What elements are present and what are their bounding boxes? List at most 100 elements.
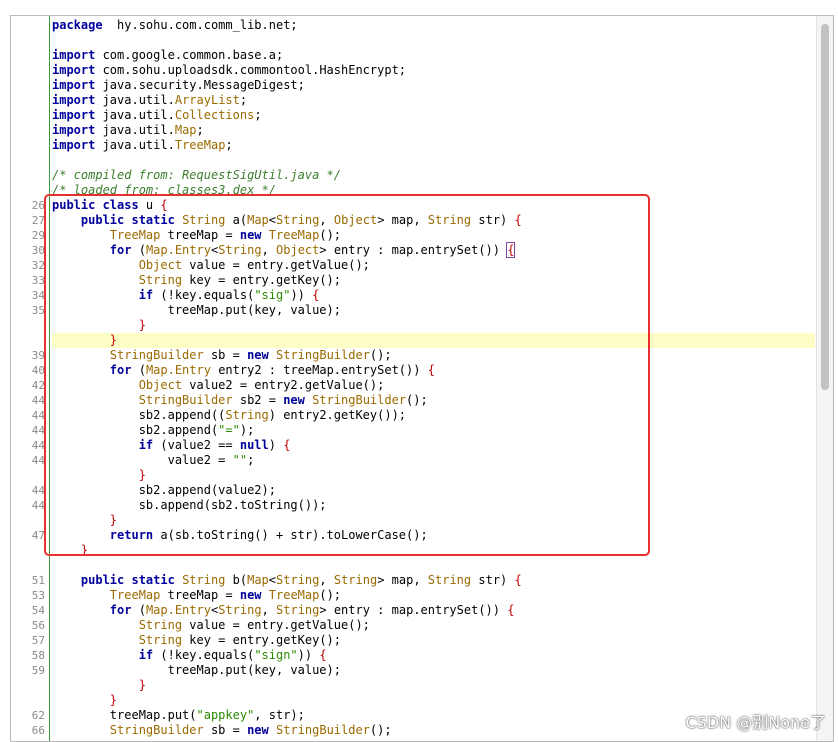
code-line[interactable]: 44 sb.append(sb2.toString()); [32,498,815,513]
code-line[interactable]: } [52,693,815,708]
scrollbar-thumb[interactable] [821,24,829,390]
code-line[interactable]: 57 String key = entry.getKey(); [32,633,815,648]
code-token: StringBuilder [276,348,370,362]
code-token: ( [131,243,146,257]
code-line[interactable]: 40 for (Map.Entry entry2 : treeMap.entry… [32,363,815,378]
code-token: treeMap = [160,588,240,602]
code-token: java.util. [95,108,175,122]
code-line[interactable]: import java.util.Collections; [52,108,815,123]
code-line[interactable]: import java.util.ArrayList; [52,93,815,108]
code-line[interactable]: 27 public static String a(Map<String, Ob… [32,213,815,228]
code-line[interactable]: 30 for (Map.Entry<String, Object> entry … [32,242,815,258]
code-text: } [52,513,117,528]
code-token: sb2.append(value2); [52,483,276,497]
code-line[interactable]: 34 if (!key.equals("sig")) { [32,288,815,303]
code-line[interactable]: 56 String value = entry.getValue(); [32,618,815,633]
code-line[interactable]: 35 treeMap.put(key, value); [32,303,815,318]
code-line[interactable]: 32 Object value = entry.getValue(); [32,258,815,273]
code-line[interactable]: 29 TreeMap treeMap = new TreeMap(); [32,228,815,243]
code-line[interactable]: /* loaded from: classes3.dex */ [52,183,815,198]
code-line[interactable] [52,153,815,168]
code-line[interactable]: import java.util.Map; [52,123,815,138]
code-line[interactable]: package hy.sohu.com.comm_lib.net; [52,18,815,33]
code-token: TreeMap [109,588,161,602]
code-token: new [247,723,269,737]
line-number: 40 [31,364,45,377]
code-token: new [283,393,305,407]
line-number: 66 [31,724,45,737]
watermark: CSDN @别None了 [685,713,826,732]
code-line[interactable]: import java.util.TreeMap; [52,138,815,153]
code-line[interactable]: 44 value2 = ""; [32,453,815,468]
code-line[interactable] [52,558,815,573]
code-token: , [261,603,277,617]
code-token: u [138,198,161,212]
code-line[interactable]: /* compiled from: RequestSigUtil.java */ [52,168,815,183]
code-line[interactable]: import com.sohu.uploadsdk.commontool.Has… [52,63,815,78]
code-token: value = entry.getValue(); [182,618,370,632]
code-token: entry2 : treeMap.entrySet()) [210,363,428,377]
code-line[interactable]: 42 Object value2 = entry2.getValue(); [32,378,815,393]
code-line[interactable] [52,33,815,48]
code-token: String [427,573,472,587]
code-line[interactable]: import java.security.MessageDigest; [52,78,815,93]
code-token: (); [319,228,342,242]
code-line[interactable]: } [52,543,815,558]
code-line[interactable]: } [52,513,815,528]
code-token: String [138,273,183,287]
code-line[interactable]: import com.google.common.base.a; [52,48,815,63]
code-line[interactable]: 39 StringBuilder sb = new StringBuilder(… [32,348,815,363]
vertical-scrollbar[interactable] [816,16,833,741]
code-text: sb.append(sb2.toString()); [52,498,327,513]
code-token: if [138,438,154,452]
code-line[interactable]: 53 TreeMap treeMap = new TreeMap(); [32,588,815,603]
code-line[interactable]: 58 if (!key.equals("sign")) { [32,648,815,663]
code-token: Map [247,573,269,587]
code-area[interactable]: package hy.sohu.com.comm_lib.net;import … [32,16,815,741]
code-token: new [247,348,269,362]
code-line[interactable]: 54 for (Map.Entry<String, String> entry … [32,603,815,618]
code-token: )) [290,288,313,302]
code-line[interactable]: 51 public static String b(Map<String, St… [32,573,815,588]
code-text: treeMap.put(key, value); [52,303,341,318]
code-token: (); [406,393,428,407]
code-text: import java.util.Collections; [52,108,262,123]
code-line[interactable]: 33 String key = entry.getKey(); [32,273,815,288]
code-token: "=" [218,423,240,437]
code-line[interactable]: } [52,333,815,348]
code-line[interactable]: } [52,318,815,333]
code-line[interactable]: 47 return a(sb.toString() + str).toLower… [32,528,815,543]
code-text: } [52,693,117,708]
code-line[interactable]: } [52,678,815,693]
code-token: String [276,603,320,617]
code-line[interactable]: } [52,468,815,483]
code-line[interactable]: 44 StringBuilder sb2 = new StringBuilder… [32,393,815,408]
code-line[interactable]: 26 public class u { [32,198,815,213]
line-number: 51 [31,574,45,587]
code-line[interactable]: 44 if (value2 == null) { [32,438,815,453]
line-number: 44 [31,409,45,422]
code-line[interactable]: 44 sb2.append("="); [32,423,815,438]
code-text: import com.sohu.uploadsdk.commontool.Has… [52,63,406,78]
code-token: if [138,648,154,662]
code-line[interactable]: 44 sb2.append((String) entry2.getKey()); [32,408,815,423]
code-text: Object value2 = entry2.getValue(); [52,378,385,393]
code-text: if (!key.equals("sig")) { [52,288,320,303]
code-token: return [109,528,154,542]
code-token: TreeMap [109,228,161,242]
code-line[interactable]: 59 treeMap.put(key, value); [32,663,815,678]
code-token: { [160,198,168,212]
code-editor[interactable]: package hy.sohu.com.comm_lib.net;import … [10,15,834,742]
code-token: public static [80,213,175,227]
line-number: 57 [31,634,45,647]
code-line[interactable]: 44 sb2.append(value2); [32,483,815,498]
code-text: } [52,333,117,348]
code-text: StringBuilder sb2 = new StringBuilder(); [52,393,428,408]
